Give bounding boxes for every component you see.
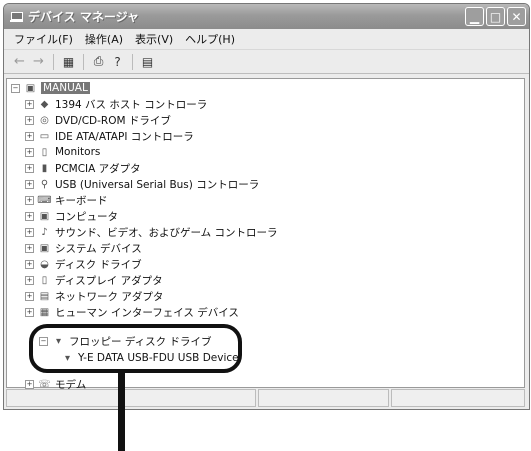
properties-icon[interactable]: ▤ [138,53,157,70]
pcmcia-icon: ▮ [41,162,48,174]
tree-item[interactable]: + ▦ ヒューマン インターフェイス デバイス [25,304,239,320]
sound-icon: ♪ [41,226,48,238]
tree-item-label: サウンド、ビデオ、およびゲーム コントローラ [55,226,278,239]
usb-icon: ⚲ [40,178,49,190]
computer-icon: ▣ [39,210,50,222]
tree-item-label: コンピュータ [55,210,118,223]
system-device-icon: ▣ [39,242,50,254]
expand-icon[interactable]: + [25,131,34,141]
tree-item[interactable]: + ▣ コンピュータ [25,208,118,224]
disk-drive-icon: ◒ [40,258,49,270]
display-adapter-icon: ▯ [41,274,48,286]
tree-item[interactable]: + ◆ 1394 バス ホスト コントローラ [25,96,207,112]
expand-icon[interactable]: + [25,99,34,109]
tree-item-label: ヒューマン インターフェイス デバイス [55,306,239,319]
expand-icon[interactable]: + [25,379,34,389]
menu-action[interactable]: 操作(A) [79,31,129,47]
menu-file[interactable]: ファイル(F) [8,31,79,47]
tree-root-label: MANUAL [41,82,90,94]
expand-icon[interactable]: + [25,211,34,221]
title-bar[interactable]: デバイス マネージャ ▁ □ ✕ [4,4,529,29]
computer-icon: ▣ [25,82,36,94]
menu-bar: ファイル(F) 操作(A) 表示(V) ヘルプ(H) [4,29,529,50]
keyboard-icon: ⌨ [37,194,52,206]
tree-item[interactable]: + ⌨ キーボード [25,192,108,208]
minimize-button[interactable]: ▁ [465,7,484,26]
tree-item-label: USB (Universal Serial Bus) コントローラ [55,178,260,191]
tree-item-label: ネットワーク アダプタ [55,290,164,303]
forward-arrow-icon[interactable]: → [29,53,48,70]
floppy-label: フロッピー ディスク ドライブ [69,335,212,348]
expand-icon[interactable]: + [25,275,34,285]
expand-icon[interactable]: + [25,163,34,173]
help-icon[interactable]: ? [108,53,127,70]
back-arrow-icon[interactable]: ← [10,53,29,70]
toolbar-separator [83,53,84,70]
usb-floppy-label: Y-E DATA USB-FDU USB Device [78,352,239,364]
tree-item-usb-floppy[interactable]: ▾ Y-E DATA USB-FDU USB Device [61,350,239,366]
floppy-drive-icon: ▾ [55,335,62,347]
status-bar [6,389,525,407]
tree-item[interactable]: + ▤ ネットワーク アダプタ [25,288,163,304]
collapse-icon[interactable]: − [11,83,20,93]
computer-icon [10,11,24,23]
status-cell [391,389,525,407]
tree-root[interactable]: − ▣ MANUAL [11,80,90,96]
expand-icon[interactable]: + [25,179,34,189]
expand-icon[interactable]: + [25,227,34,237]
tree-item-label: Monitors [55,146,101,158]
tree-item-label: ディスプレイ アダプタ [55,274,163,287]
tree-item[interactable]: + ▯ ディスプレイ アダプタ [25,272,163,288]
maximize-button[interactable]: □ [486,7,505,26]
firewire-icon: ◆ [40,98,49,110]
toolbar: ← → ▦ ⎙ ? ▤ [4,50,529,74]
close-button[interactable]: ✕ [507,7,526,26]
tree-item[interactable]: + ♪ サウンド、ビデオ、およびゲーム コントローラ [25,224,277,240]
tree-view-icon[interactable]: ▦ [59,53,78,70]
expand-icon[interactable]: + [25,259,34,269]
toolbar-separator [132,53,133,70]
tree-item-label: 1394 バス ホスト コントローラ [55,98,208,111]
tree-item[interactable]: + ▯ Monitors [25,144,100,160]
expand-icon[interactable]: + [25,307,34,317]
collapse-icon[interactable]: − [39,336,48,346]
toolbar-separator [53,53,54,70]
status-cell [258,389,390,407]
expand-icon[interactable]: + [25,147,34,157]
window-title: デバイス マネージャ [28,10,139,24]
tree-item[interactable]: + ▮ PCMCIA アダプタ [25,160,141,176]
expand-icon[interactable]: + [25,291,34,301]
tree-item-label: システム デバイス [55,242,142,255]
expand-icon[interactable]: + [25,115,34,125]
tree-item-label: DVD/CD-ROM ドライブ [55,114,171,127]
expand-icon[interactable]: + [25,243,34,253]
tree-item-floppy[interactable]: − ▾ フロッピー ディスク ドライブ [39,333,211,349]
tree-item-label: ディスク ドライブ [55,258,142,271]
human-interface-icon: ▦ [39,306,50,318]
disc-drive-icon: ◎ [40,114,49,126]
tree-item-label: IDE ATA/ATAPI コントローラ [55,130,194,143]
floppy-device-icon: ▾ [64,352,71,364]
network-adapter-icon: ▤ [39,290,50,302]
highlight-callout: − ▾ フロッピー ディスク ドライブ ▾ Y-E DATA USB-FDU U… [29,324,242,373]
tree-item-label: キーボード [55,194,108,207]
ide-controller-icon: ▭ [39,130,50,142]
menu-view[interactable]: 表示(V) [129,31,179,47]
tree-item[interactable]: + ◎ DVD/CD-ROM ドライブ [25,112,171,128]
print-icon[interactable]: ⎙ [89,53,108,70]
tree-item-label: PCMCIA アダプタ [55,162,141,175]
status-cell [6,389,257,407]
tree-item[interactable]: + ▣ システム デバイス [25,240,142,256]
tree-item[interactable]: + ⚲ USB (Universal Serial Bus) コントローラ [25,176,259,192]
monitor-icon: ▯ [41,146,48,158]
expand-icon[interactable]: + [25,195,34,205]
tree-item[interactable]: + ◒ ディスク ドライブ [25,256,142,272]
tree-item[interactable]: + ▭ IDE ATA/ATAPI コントローラ [25,128,194,144]
callout-pointer [118,373,125,451]
menu-help[interactable]: ヘルプ(H) [179,31,241,47]
